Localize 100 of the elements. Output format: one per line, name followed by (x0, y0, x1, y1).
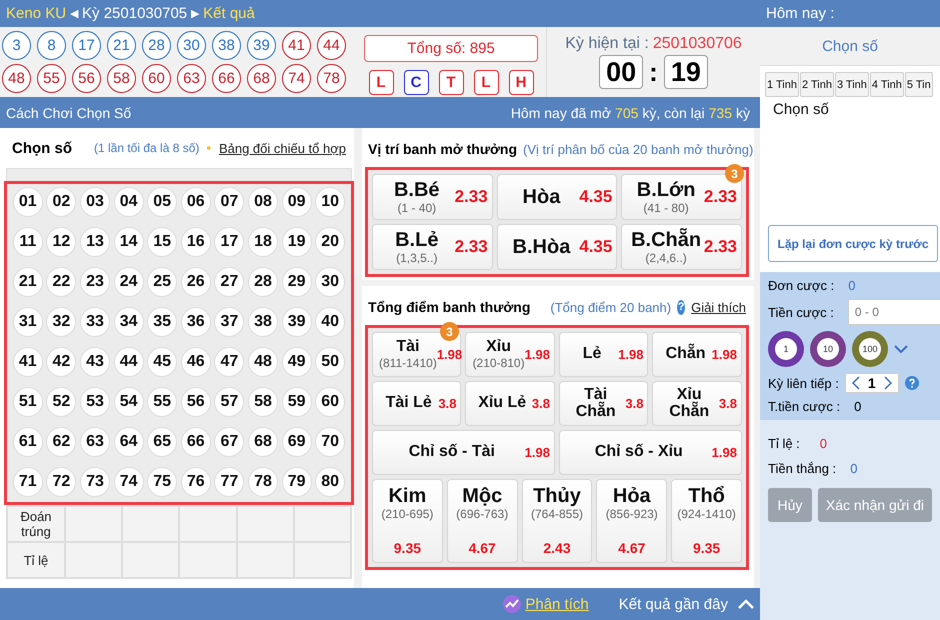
bet-option[interactable]: Tài Lẻ 3.8 (372, 381, 462, 426)
number-ball[interactable]: 61 (12, 427, 43, 457)
help-icon[interactable]: ? (677, 300, 686, 314)
number-ball[interactable]: 77 (214, 467, 244, 497)
number-ball[interactable]: 53 (80, 387, 110, 417)
number-ball[interactable]: 13 (80, 227, 110, 257)
number-ball[interactable]: 73 (80, 467, 110, 497)
bet-option[interactable]: Chỉ số - Tài 1.98 (372, 430, 555, 475)
number-ball[interactable]: 79 (282, 467, 312, 497)
number-ball[interactable]: 48 (248, 347, 278, 377)
number-ball[interactable]: 58 (248, 387, 278, 417)
number-ball[interactable]: 45 (147, 347, 178, 377)
number-ball[interactable]: 39 (282, 307, 312, 337)
number-ball[interactable]: 60 (315, 387, 346, 417)
number-ball[interactable]: 08 (248, 187, 278, 217)
number-ball[interactable]: 49 (282, 347, 312, 377)
chevron-up-icon[interactable] (738, 599, 754, 609)
number-ball[interactable]: 42 (46, 347, 76, 377)
number-ball[interactable]: 65 (147, 427, 178, 457)
combination-table-link[interactable]: Bảng đối chiếu tổ hợp (218, 140, 346, 156)
chip[interactable]: 10 (810, 331, 846, 367)
number-ball[interactable]: 54 (114, 387, 144, 417)
bet-option[interactable]: B.Hòa 4.35 (496, 224, 618, 270)
bet-option[interactable]: Chỉ số - Xỉu 1.98 (558, 430, 742, 475)
number-ball[interactable]: 27 (214, 267, 244, 297)
number-ball[interactable]: 26 (180, 267, 211, 297)
number-ball[interactable]: 38 (248, 307, 278, 337)
stake-field[interactable]: 0 - 0 (848, 299, 940, 325)
number-ball[interactable]: 55 (147, 387, 178, 417)
number-ball[interactable]: 03 (80, 187, 110, 217)
number-ball[interactable]: 32 (46, 307, 76, 337)
bet-option[interactable]: Lẻ 1.98 (558, 332, 648, 377)
bet-option[interactable]: Kim (210-695) 9.35 (372, 479, 443, 563)
number-ball[interactable]: 72 (46, 467, 76, 497)
number-ball[interactable]: 14 (114, 227, 144, 257)
number-ball[interactable]: 09 (282, 187, 312, 217)
number-ball[interactable]: 15 (147, 227, 178, 257)
number-ball[interactable]: 67 (214, 427, 244, 457)
bet-option[interactable]: Mộc (696-763) 4.67 (446, 479, 518, 563)
number-ball[interactable]: 16 (180, 227, 211, 257)
number-ball[interactable]: 23 (80, 267, 110, 297)
number-ball[interactable]: 70 (315, 427, 346, 457)
number-ball[interactable]: 74 (114, 467, 144, 497)
chevron-down-icon[interactable] (894, 344, 908, 354)
star-tab[interactable]: 1 Tinh (765, 72, 799, 97)
bet-option[interactable]: Thủy (764-855) 2.43 (522, 479, 592, 563)
star-tab[interactable]: 2 Tinh (800, 72, 834, 97)
number-ball[interactable]: 12 (46, 227, 76, 257)
number-ball[interactable]: 34 (114, 307, 144, 337)
number-ball[interactable]: 80 (315, 467, 346, 497)
bet-option[interactable]: Xỉu Lẻ 3.8 (465, 381, 555, 426)
number-ball[interactable]: 07 (214, 187, 244, 217)
number-ball[interactable]: 04 (114, 187, 144, 217)
number-ball[interactable]: 62 (46, 427, 76, 457)
chip[interactable]: 100 (852, 331, 888, 367)
number-ball[interactable]: 64 (114, 427, 144, 457)
star-tab[interactable]: 3 Tinh (834, 72, 869, 97)
number-ball[interactable]: 52 (46, 387, 76, 417)
number-ball[interactable]: 71 (12, 467, 43, 497)
number-ball[interactable]: 02 (46, 187, 76, 217)
number-ball[interactable]: 31 (12, 307, 43, 337)
number-ball[interactable]: 24 (114, 267, 144, 297)
help-icon[interactable] (904, 376, 919, 390)
number-ball[interactable]: 66 (180, 427, 211, 457)
explanation-link[interactable]: Giải thích (691, 300, 746, 314)
number-ball[interactable]: 11 (12, 227, 43, 257)
number-ball[interactable]: 57 (214, 387, 244, 417)
number-ball[interactable]: 51 (12, 387, 43, 417)
number-ball[interactable]: 41 (12, 347, 43, 377)
chip[interactable]: 1 (768, 331, 804, 367)
number-ball[interactable]: 35 (147, 307, 178, 337)
number-ball[interactable]: 40 (315, 307, 346, 337)
number-ball[interactable]: 10 (315, 187, 346, 217)
number-ball[interactable]: 69 (282, 427, 312, 457)
next-arrow[interactable]: ▶ (191, 7, 200, 20)
number-ball[interactable]: 56 (180, 387, 211, 417)
increase-icon[interactable] (884, 376, 892, 390)
number-ball[interactable]: 75 (147, 467, 178, 497)
number-ball[interactable]: 28 (248, 267, 278, 297)
star-tab[interactable]: 4 Tinh (870, 72, 904, 97)
consecutive-stepper[interactable]: 1 (844, 373, 899, 393)
number-ball[interactable]: 19 (282, 227, 312, 257)
star-tab[interactable]: 5 Tin (904, 72, 933, 97)
number-ball[interactable]: 37 (214, 307, 244, 337)
bet-option[interactable]: Thổ (924-1410) 9.35 (671, 479, 742, 563)
number-ball[interactable]: 22 (46, 267, 76, 297)
number-ball[interactable]: 36 (180, 307, 211, 337)
number-ball[interactable]: 20 (315, 227, 346, 257)
number-ball[interactable]: 68 (248, 427, 278, 457)
number-ball[interactable]: 30 (315, 267, 346, 297)
number-ball[interactable]: 46 (180, 347, 211, 377)
number-ball[interactable]: 50 (315, 347, 346, 377)
number-ball[interactable]: 21 (12, 267, 43, 297)
number-ball[interactable]: 25 (147, 267, 178, 297)
number-ball[interactable]: 59 (282, 387, 312, 417)
number-ball[interactable]: 18 (248, 227, 278, 257)
number-ball[interactable]: 44 (114, 347, 144, 377)
bet-option[interactable]: Hòa 4.35 (496, 174, 618, 220)
number-ball[interactable]: 05 (147, 187, 178, 217)
bet-option[interactable]: Chẵn 1.98 (652, 332, 742, 377)
